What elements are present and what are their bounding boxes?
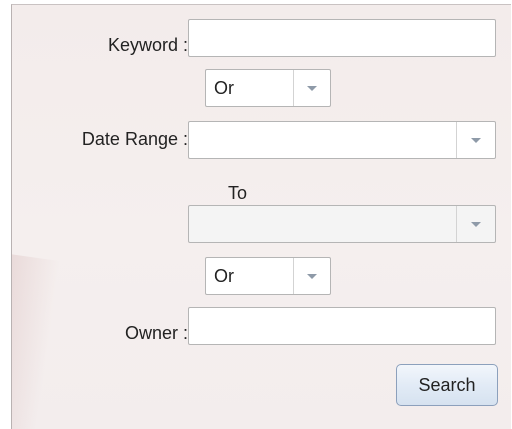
chevron-down-icon <box>307 273 317 279</box>
owner-input[interactable] <box>188 307 496 345</box>
date-from-select[interactable] <box>188 121 496 159</box>
date-from-dropdown[interactable] <box>456 122 495 158</box>
chevron-down-icon <box>307 85 317 91</box>
date-to-select[interactable] <box>188 205 496 243</box>
operator-select-2[interactable]: Or <box>205 257 331 295</box>
owner-label: Owner : <box>124 323 188 343</box>
operator-select-2-value: Or <box>214 266 234 286</box>
keyword-label: Keyword : <box>107 35 188 55</box>
operator-select-1-value: Or <box>214 78 234 98</box>
date-to-dropdown[interactable] <box>456 206 495 242</box>
date-range-label: Date Range : <box>81 129 188 149</box>
keyword-input[interactable] <box>188 19 496 57</box>
chevron-down-icon <box>471 137 481 143</box>
to-label: To <box>228 183 248 203</box>
chevron-down-icon <box>471 221 481 227</box>
operator-select-1-dropdown[interactable] <box>293 70 330 106</box>
search-button[interactable]: Search <box>396 364 498 406</box>
operator-select-2-dropdown[interactable] <box>293 258 330 294</box>
operator-select-1[interactable]: Or <box>205 69 331 107</box>
